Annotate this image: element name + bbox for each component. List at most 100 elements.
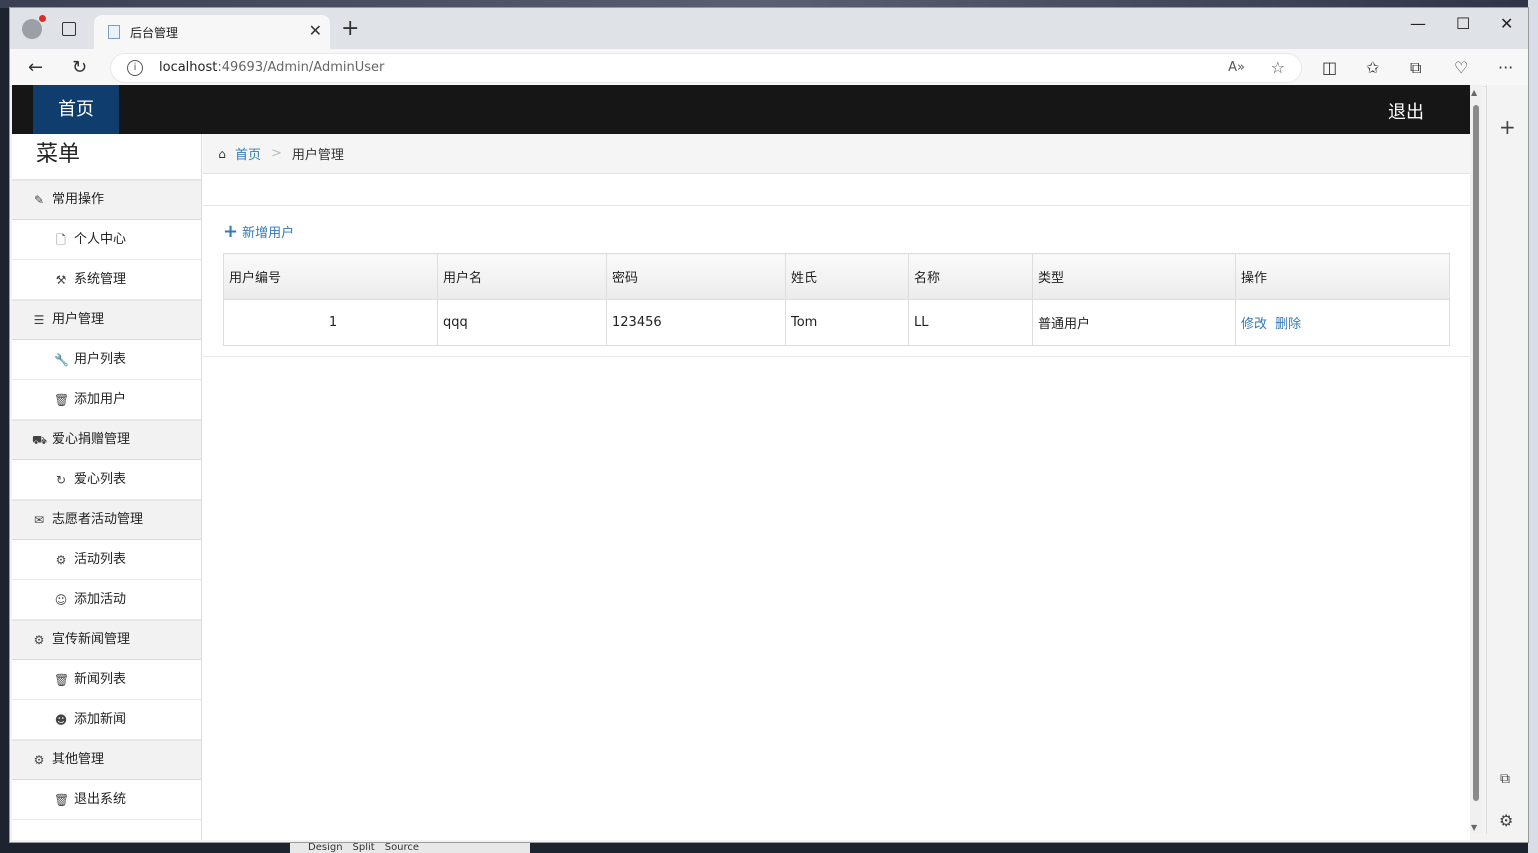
menu-item-label: 爱心列表 (74, 471, 127, 487)
read-aloud-icon[interactable]: A» (1228, 60, 1245, 75)
menu-item-news-list[interactable]: 🗑 新闻列表 (12, 660, 201, 700)
minimize-icon[interactable]: — (1410, 14, 1426, 33)
menu-group-label: 宣传新闻管理 (52, 632, 131, 647)
page-scrollbar[interactable]: ▲ ▼ (1470, 85, 1482, 834)
menu-group-volunteer[interactable]: ✉ 志愿者活动管理 (12, 500, 201, 540)
col-header-surname: 姓氏 (785, 253, 909, 300)
edit-link[interactable]: 修改 (1241, 317, 1267, 332)
list-icon: ☰ (33, 313, 45, 327)
browser-essentials-icon[interactable]: ♡ (1454, 58, 1468, 77)
menu-item-add-user[interactable]: 🗑 添加用户 (12, 380, 201, 420)
menu-item-label: 活动列表 (74, 551, 127, 567)
cell-type: 普通用户 (1032, 299, 1236, 346)
refresh-icon[interactable]: ↻ (72, 57, 87, 78)
plus-icon: + (223, 220, 239, 242)
wrench-icon: ⚒ (55, 272, 67, 287)
close-window-icon[interactable]: ✕ (1500, 14, 1513, 33)
favorites-icon[interactable]: ✩ (1366, 58, 1379, 77)
split-tab[interactable]: Split (353, 843, 375, 853)
trash-icon: 🗑 (54, 672, 70, 687)
url-path: :49693/Admin/AdminUser (217, 60, 385, 75)
wrench-icon: 🔧 (54, 352, 69, 367)
menu-item-donation-list[interactable]: ↻ 爱心列表 (12, 460, 201, 500)
menu-group-label: 志愿者活动管理 (52, 512, 144, 527)
maximize-icon[interactable]: ☐ (1456, 14, 1470, 33)
breadcrumb-current: 用户管理 (291, 148, 344, 163)
menu-item-activity-list[interactable]: ⚙ 活动列表 (12, 540, 201, 580)
cell-password: 123456 (606, 299, 786, 346)
nav-home-link[interactable]: 首页 (33, 85, 119, 134)
browser-sidebar: + ⧉ ⚙ (1486, 85, 1528, 834)
new-tab-icon[interactable]: + (341, 16, 359, 41)
cell-name: LL (908, 299, 1033, 346)
menu-group-users[interactable]: ☰ 用户管理 (12, 300, 201, 340)
refresh-icon: ↻ (55, 472, 67, 487)
menu-item-add-news[interactable]: ☻ 添加新闻 (12, 700, 201, 740)
menu-item-exit-system[interactable]: 🗑 退出系统 (12, 780, 201, 820)
menu-group-label: 常用操作 (52, 192, 105, 207)
col-header-id: 用户编号 (223, 253, 438, 300)
top-navbar: 首页 退出 (12, 85, 1470, 134)
add-user-label: 新增用户 (242, 226, 295, 241)
split-screen-icon[interactable]: ◫ (1322, 58, 1337, 77)
menu-group-other[interactable]: ⚙ 其他管理 (12, 740, 201, 780)
address-bar: ← ↻ i localhost:49693/Admin/AdminUser A»… (10, 49, 1528, 87)
close-tab-icon[interactable]: ✕ (309, 21, 322, 40)
menu-group-label: 爱心捐赠管理 (52, 432, 131, 447)
menu-item-profile[interactable]: 🗋 个人中心 (12, 220, 201, 260)
menu-group-common[interactable]: ✎ 常用操作 (12, 180, 201, 220)
breadcrumb-separator: > (271, 146, 282, 161)
toolbar-spacer (203, 174, 1470, 206)
menu-item-label: 用户列表 (74, 351, 127, 367)
user-circle-icon: ☻ (54, 712, 68, 727)
add-sidebar-item-icon[interactable]: + (1499, 115, 1516, 139)
table-row: 1 qqq 123456 Tom LL 普通用户 修改 删除 (223, 299, 1450, 346)
url-text: localhost:49693/Admin/AdminUser (159, 60, 384, 75)
cog-icon: ⚙ (33, 753, 45, 767)
menu-item-add-activity[interactable]: ☺ 添加活动 (12, 580, 201, 620)
design-tab[interactable]: Design (308, 843, 343, 853)
add-user-button[interactable]: + 新增用户 (223, 222, 294, 241)
page-favicon-icon (108, 25, 120, 39)
tab-actions-icon[interactable] (62, 22, 76, 36)
url-input[interactable]: i localhost:49693/Admin/AdminUser A» ☆ (110, 53, 1302, 83)
menu-item-label: 添加新闻 (74, 711, 127, 727)
favorite-star-icon[interactable]: ☆ (1271, 58, 1285, 77)
table-header-row: 用户编号 用户名 密码 姓氏 名称 类型 操作 (223, 253, 1450, 300)
menu-item-user-list[interactable]: 🔧 用户列表 (12, 340, 201, 380)
menu-group-donations[interactable]: ⛟ 爱心捐赠管理 (12, 420, 201, 460)
menu-group-news[interactable]: ⚙ 宣传新闻管理 (12, 620, 201, 660)
back-icon[interactable]: ← (28, 57, 43, 78)
edit-icon: ✎ (33, 193, 45, 207)
scroll-down-arrow-icon[interactable]: ▼ (1471, 823, 1477, 832)
sidebar-settings-icon[interactable]: ⚙ (1499, 811, 1513, 830)
collections-icon[interactable]: ⧉ (1410, 58, 1421, 78)
source-tab[interactable]: Source (385, 843, 419, 853)
trash-icon: 🗑 (54, 792, 70, 807)
site-info-icon[interactable]: i (127, 60, 143, 76)
url-host: localhost (159, 60, 218, 75)
cell-actions: 修改 删除 (1235, 299, 1450, 346)
profile-avatar[interactable] (22, 15, 46, 39)
menu-item-system[interactable]: ⚒ 系统管理 (12, 260, 201, 300)
title-bar: 后台管理 ✕ + — ☐ ✕ (10, 8, 1528, 49)
trash-icon: 🗑 (54, 392, 70, 407)
menu-item-label: 个人中心 (74, 231, 127, 247)
cell-surname: Tom (785, 299, 909, 346)
cog-icon: ⚙ (55, 552, 67, 567)
scrollbar-thumb[interactable] (1473, 105, 1479, 801)
user-panel: + 新增用户 用户编号 用户名 密码 姓氏 名称 类型 操作 1 qqq 123… (203, 206, 1470, 357)
col-header-username: 用户名 (437, 253, 607, 300)
delete-link[interactable]: 删除 (1275, 317, 1301, 332)
nav-logout-link[interactable]: 退出 (1388, 98, 1424, 124)
cell-id: 1 (223, 299, 438, 346)
cell-username: qqq (437, 299, 607, 346)
scroll-up-arrow-icon[interactable]: ▲ (1471, 88, 1477, 97)
breadcrumb: ⌂ 首页 > 用户管理 (203, 134, 1470, 174)
home-icon: ⌂ (218, 146, 226, 161)
open-external-icon[interactable]: ⧉ (1500, 771, 1510, 787)
breadcrumb-home-link[interactable]: 首页 (235, 144, 261, 163)
more-options-icon[interactable]: ··· (1498, 58, 1513, 77)
menu-item-label: 添加用户 (74, 391, 127, 407)
browser-tab[interactable]: 后台管理 ✕ (94, 15, 330, 49)
